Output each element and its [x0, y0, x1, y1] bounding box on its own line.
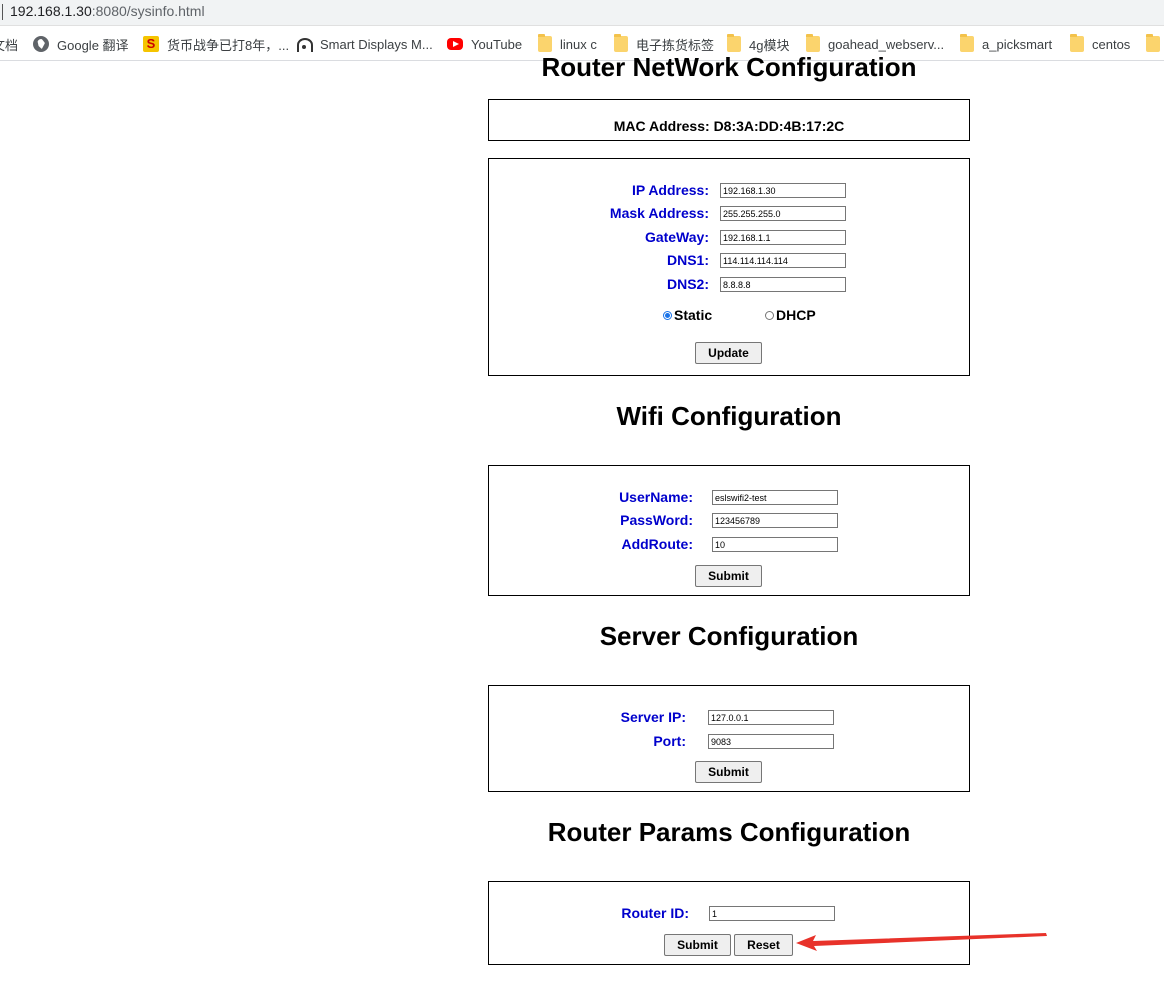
folder-icon — [960, 34, 974, 52]
bookmark-label: YouTube — [471, 36, 523, 52]
s-logo-icon: S — [143, 36, 159, 52]
arrow-shape — [796, 933, 1047, 951]
ip-address-label: IP Address: — [631, 182, 709, 198]
wifi-icon — [296, 36, 313, 52]
bookmark-docs[interactable]: 文档 — [0, 35, 18, 53]
server-configuration-title: Server Configuration — [599, 621, 859, 651]
ip-mode-radio-group: Static DHCP — [489, 307, 969, 323]
bookmark-folder-centos[interactable]: centos — [1070, 34, 1131, 53]
dns1-input[interactable] — [720, 253, 846, 268]
ip-address-input[interactable] — [720, 183, 846, 198]
port-input[interactable] — [708, 734, 834, 749]
dns2-row: DNS2: — [489, 276, 969, 293]
dhcp-radio[interactable]: DHCP — [765, 307, 816, 323]
reset-button[interactable]: Reset — [734, 934, 793, 956]
bookmark-folder-linux-c[interactable]: linux c — [538, 34, 597, 53]
mac-address-label: MAC Address: — [613, 118, 710, 134]
bookmark-label: Smart Displays M... — [320, 36, 433, 52]
password-input[interactable] — [712, 513, 838, 528]
gateway-label: GateWay: — [644, 229, 709, 245]
bookmark-label: goahead_webserv... — [828, 36, 945, 52]
bookmark-label: 货币战争已打8年，... — [167, 37, 290, 53]
mask-address-input[interactable] — [720, 206, 846, 221]
bookmark-folder-overflow[interactable] — [1146, 34, 1164, 53]
static-radio[interactable]: Static — [663, 307, 712, 323]
folder-icon — [1146, 34, 1160, 52]
globe-icon — [33, 36, 49, 52]
server-settings-panel: Server IP: Port: Submit — [488, 685, 970, 792]
port-row: Port: — [489, 733, 969, 750]
router-params-submit-button[interactable]: Submit — [664, 934, 731, 956]
folder-icon — [538, 34, 552, 52]
static-radio-label: Static — [674, 307, 713, 323]
gateway-input[interactable] — [720, 230, 846, 245]
update-button[interactable]: Update — [695, 342, 762, 364]
mac-address-value: D8:3A:DD:4B:17:2C — [713, 118, 845, 134]
bookmark-label: 电子拣货标签 — [636, 37, 715, 53]
password-label: PassWord: — [620, 512, 693, 528]
server-ip-row: Server IP: — [489, 709, 969, 726]
url-host: 192.168.1.30 — [10, 3, 92, 19]
folder-icon — [806, 34, 820, 52]
wifi-submit-button[interactable]: Submit — [695, 565, 762, 587]
dns1-row: DNS1: — [489, 252, 969, 269]
network-settings-panel: IP Address: Mask Address: GateWay: DNS1:… — [488, 158, 970, 376]
username-input[interactable] — [712, 490, 838, 505]
url-text[interactable]: 192.168.1.30:8080/sysinfo.html — [10, 3, 205, 19]
username-label: UserName: — [619, 489, 693, 505]
mac-address: MAC Address: D8:3A:DD:4B:17:2C — [489, 118, 969, 134]
server-submit-button[interactable]: Submit — [695, 761, 762, 783]
bookmark-smart-displays[interactable]: Smart Displays M... — [296, 35, 433, 53]
addroute-label: AddRoute: — [621, 536, 693, 552]
youtube-icon — [447, 38, 463, 50]
dns2-input[interactable] — [720, 277, 846, 292]
bookmark-label: 文档 — [0, 37, 19, 53]
bookmark-label: a_picksmart — [982, 36, 1053, 52]
bookmark-label: linux c — [560, 36, 597, 52]
router-id-row: Router ID: — [489, 905, 969, 922]
bookmark-currency-war[interactable]: S 货币战争已打8年，... — [143, 35, 289, 53]
folder-icon — [614, 34, 628, 52]
mac-address-panel: MAC Address: D8:3A:DD:4B:17:2C — [488, 99, 970, 141]
text-caret — [2, 4, 3, 20]
radio-unselected-icon — [765, 310, 774, 320]
mask-address-label: Mask Address: — [609, 205, 709, 221]
radio-selected-icon — [663, 310, 672, 320]
wifi-settings-panel: UserName: PassWord: AddRoute: Submit — [488, 465, 970, 596]
server-ip-label: Server IP: — [620, 709, 686, 725]
mask-address-row: Mask Address: — [489, 205, 969, 222]
address-bar[interactable]: 192.168.1.30:8080/sysinfo.html — [0, 0, 1164, 26]
router-network-title: Router NetWork Configuration — [541, 52, 917, 82]
bookmark-google-translate[interactable]: Google 翻译 — [33, 35, 129, 53]
bookmark-folder-4g-module[interactable]: 4g模块 — [727, 34, 790, 53]
server-ip-input[interactable] — [708, 710, 834, 725]
bookmark-folder-goahead[interactable]: goahead_webserv... — [806, 34, 945, 53]
ip-address-row: IP Address: — [489, 182, 969, 199]
folder-icon — [727, 34, 741, 52]
url-path: :8080/sysinfo.html — [91, 3, 205, 19]
gateway-row: GateWay: — [489, 229, 969, 246]
bookmark-label: 4g模块 — [749, 37, 790, 53]
dns1-label: DNS1: — [666, 252, 709, 268]
bookmark-label: Google 翻译 — [57, 37, 129, 53]
folder-icon — [1070, 34, 1084, 52]
annotation-arrow-icon — [796, 933, 1047, 951]
addroute-row: AddRoute: — [489, 536, 969, 553]
bookmark-youtube[interactable]: YouTube — [447, 35, 522, 53]
username-row: UserName: — [489, 489, 969, 506]
port-label: Port: — [653, 733, 686, 749]
password-row: PassWord: — [489, 512, 969, 529]
dhcp-radio-label: DHCP — [776, 307, 816, 323]
bookmark-folder-picking-labels[interactable]: 电子拣货标签 — [614, 34, 715, 53]
dns2-label: DNS2: — [666, 276, 709, 292]
bookmark-folder-a-picksmart[interactable]: a_picksmart — [960, 34, 1053, 53]
wifi-configuration-title: Wifi Configuration — [616, 401, 842, 431]
addroute-input[interactable] — [712, 537, 838, 552]
router-id-input[interactable] — [709, 906, 835, 921]
bookmark-label: centos — [1092, 36, 1131, 52]
router-params-title: Router Params Configuration — [547, 817, 911, 847]
router-id-label: Router ID: — [621, 905, 689, 921]
